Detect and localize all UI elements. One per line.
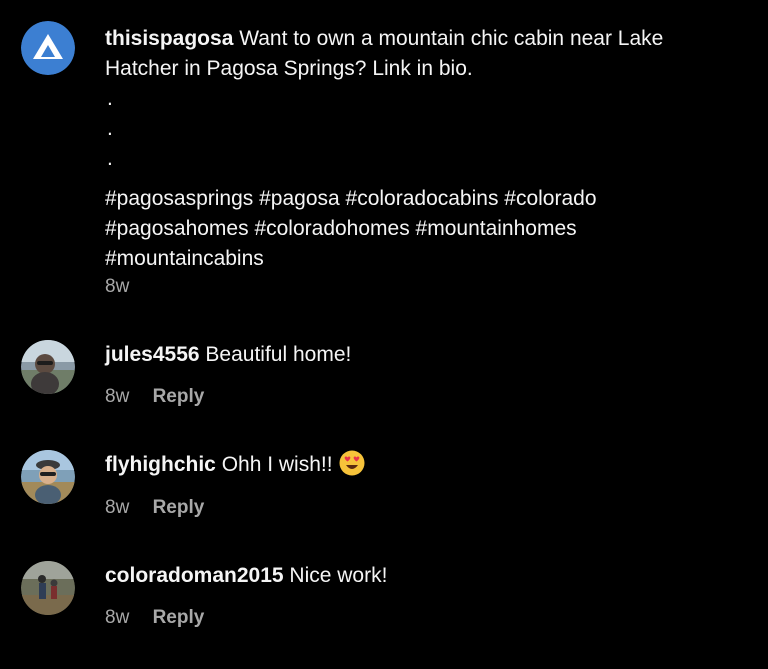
caption-line-2: Hatcher in Pagosa Springs? Link in bio. [105,57,473,80]
caption-username[interactable]: thisispagosa [105,27,233,50]
timestamp: 8w [105,497,130,518]
caption-dot: . [107,147,113,170]
caption-line-1: Want to own a mountain chic cabin near L… [233,27,664,50]
avatar[interactable] [21,340,75,394]
hashtag-line[interactable]: #mountaincabins [105,244,755,274]
comment-meta: 8w Reply [105,385,204,409]
comment-message: Nice work! [283,564,388,587]
heart-eyes-emoji-icon [339,450,365,485]
caption-dot: . [107,87,113,110]
mountain-logo-icon [21,21,75,75]
comment-message: Ohh I wish!! [215,453,333,476]
comment-text: coloradoman2015 Nice work! [105,561,755,591]
caption-text: thisispagosa Want to own a mountain chic… [105,24,755,274]
user-photo-icon [21,450,75,504]
reply-button[interactable]: Reply [153,496,205,520]
comment-username[interactable]: coloradoman2015 [105,564,284,587]
caption-dot: . [107,117,113,140]
user-photo-icon [21,340,75,394]
comment-text: flyhighchic Ohh I wish!! [105,450,755,485]
comment-text: jules4556 Beautiful home! [105,340,755,370]
avatar[interactable] [21,450,75,504]
avatar[interactable] [21,21,75,75]
timestamp: 8w [105,386,130,407]
reply-button[interactable]: Reply [153,385,205,409]
timestamp: 8w [105,607,130,628]
hashtags: #pagosasprings #pagosa #coloradocabins #… [105,184,755,274]
comment-meta: 8w Reply [105,496,204,520]
comment-thread: thisispagosa Want to own a mountain chic… [0,0,768,669]
comment-username[interactable]: flyhighchic [105,453,216,476]
comment-message: Beautiful home! [199,343,352,366]
avatar[interactable] [21,561,75,615]
hashtag-line[interactable]: #pagosasprings #pagosa #coloradocabins #… [105,184,755,214]
reply-button[interactable]: Reply [153,606,205,630]
comment-meta: 8w Reply [105,606,204,630]
timestamp: 8w [105,276,130,297]
user-photo-icon [21,561,75,615]
comment-username[interactable]: jules4556 [105,343,200,366]
caption-meta: 8w [105,275,147,299]
hashtag-line[interactable]: #pagosahomes #coloradohomes #mountainhom… [105,214,755,244]
